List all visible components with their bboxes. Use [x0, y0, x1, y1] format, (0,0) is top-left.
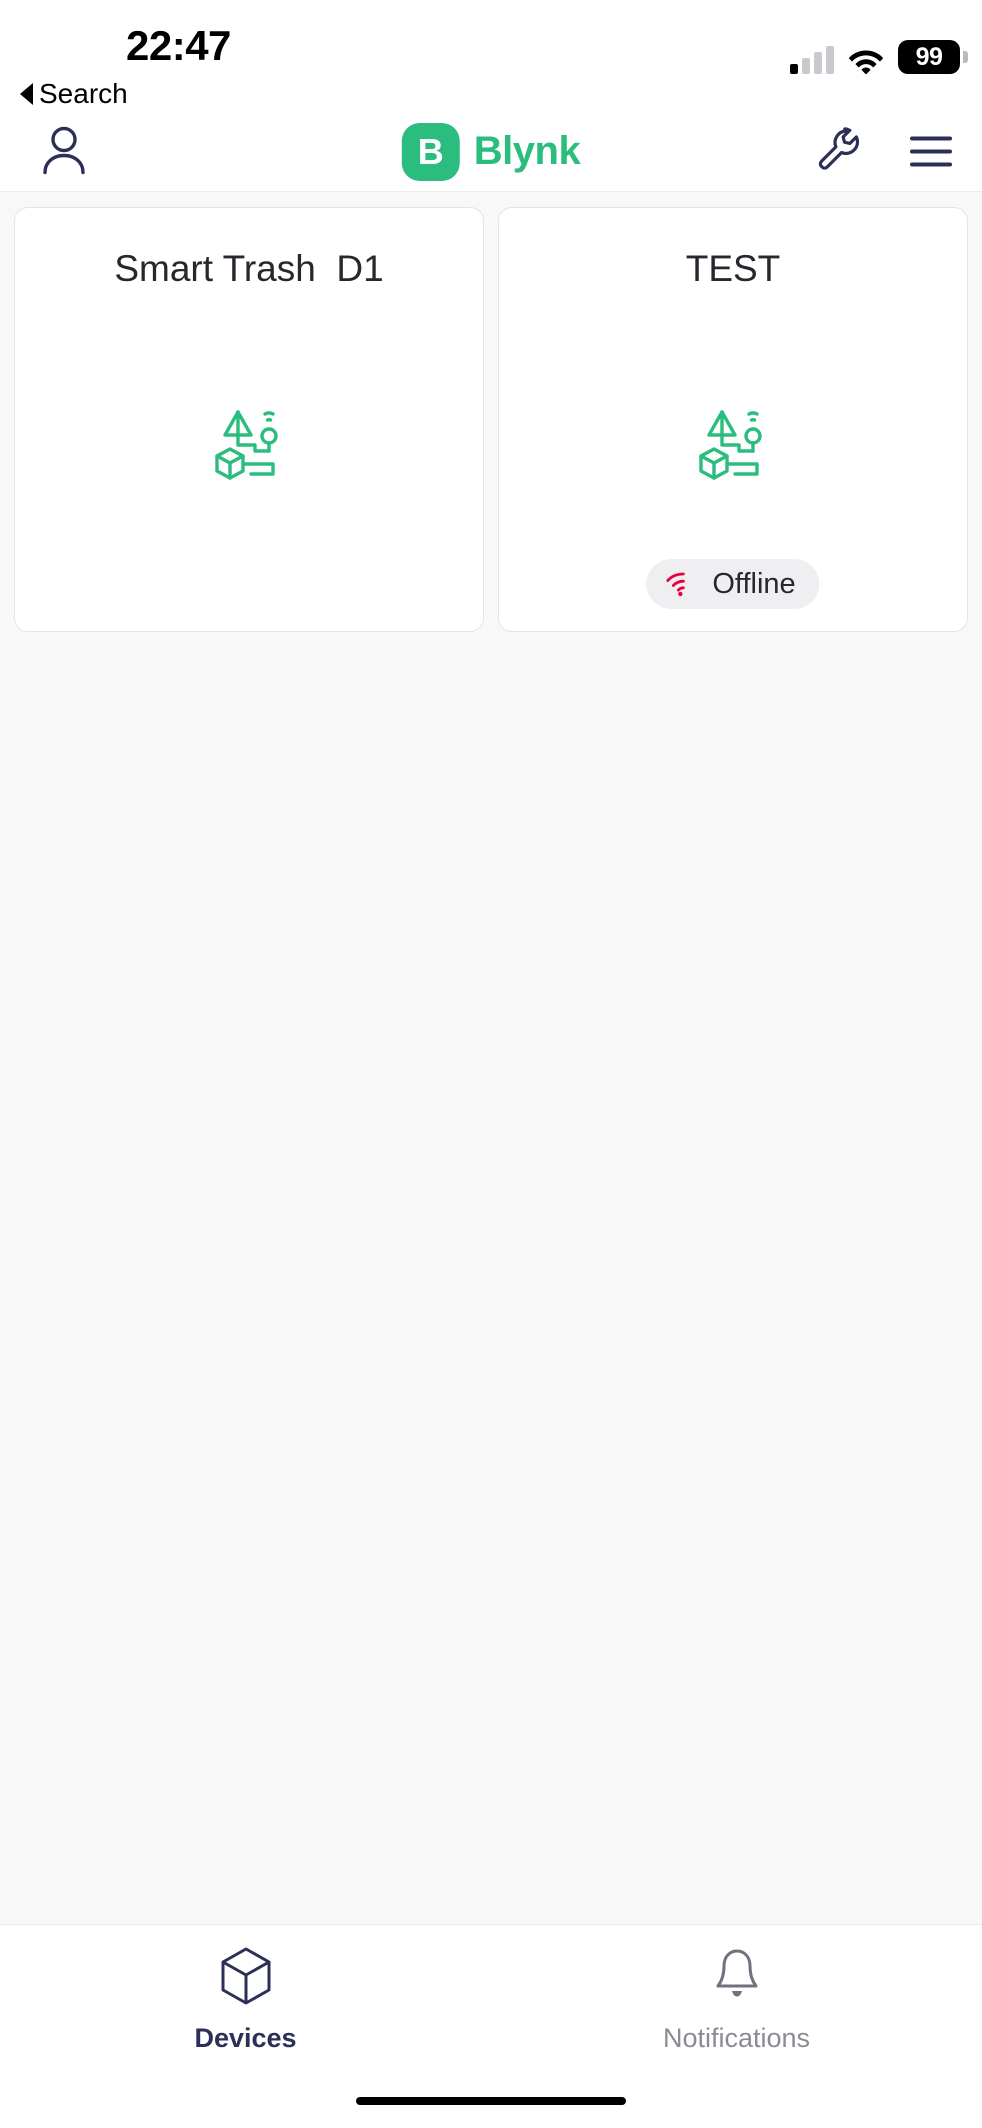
- wrench-icon: [818, 126, 860, 170]
- back-caret-icon: [20, 83, 33, 105]
- device-grid: Smart Trash D1 TEST Offline: [0, 192, 982, 632]
- app-header: B Blynk: [0, 112, 982, 192]
- battery-icon: 99: [898, 40, 968, 74]
- back-label: Search: [39, 78, 128, 109]
- status-bar: 22:47 Search 99: [0, 0, 982, 112]
- device-card[interactable]: TEST Offline: [498, 207, 968, 632]
- hamburger-line: [910, 136, 952, 141]
- header-actions: [816, 126, 952, 177]
- cellular-signal-icon: [790, 46, 834, 74]
- cube-icon: [221, 1947, 270, 2005]
- hamburger-line: [910, 162, 952, 167]
- device-name: TEST: [685, 248, 781, 289]
- tools-button[interactable]: [816, 126, 862, 177]
- device-card[interactable]: Smart Trash D1: [14, 207, 484, 632]
- status-indicators: 99: [790, 34, 968, 74]
- bell-icon: [716, 1949, 757, 1997]
- brand-mark-icon: B: [401, 122, 460, 181]
- profile-button[interactable]: [38, 123, 90, 180]
- home-indicator[interactable]: [356, 2097, 626, 2105]
- wifi-offline-icon: [666, 572, 685, 597]
- brand-name: Blynk: [473, 129, 581, 173]
- status-label: Offline: [712, 567, 796, 600]
- back-to-search-link[interactable]: Search: [20, 78, 128, 110]
- main-content: Smart Trash D1 TEST Offline: [0, 192, 982, 1924]
- iot-device-icon: [687, 404, 779, 493]
- battery-level: 99: [915, 42, 943, 71]
- brand-logo: B Blynk: [401, 122, 581, 181]
- nav-label-devices: Devices: [194, 2023, 297, 2053]
- menu-button[interactable]: [910, 136, 952, 167]
- nav-label-notifications: Notifications: [662, 2023, 811, 2053]
- home-indicator-area: [0, 2074, 982, 2128]
- iot-device-icon: [203, 404, 295, 493]
- device-name: Smart Trash D1: [114, 248, 384, 289]
- status-badge: Offline: [646, 559, 820, 609]
- wifi-icon: [848, 50, 884, 74]
- bottom-navigation: Devices Notifications: [0, 1924, 982, 2074]
- nav-item-notifications[interactable]: Notifications: [491, 1945, 982, 2054]
- profile-icon: [43, 126, 85, 174]
- app-screen: 22:47 Search 99 B Blynk Smart Trash D1 T…: [0, 0, 982, 2128]
- status-time: 22:47: [126, 22, 231, 69]
- nav-item-devices[interactable]: Devices: [0, 1945, 491, 2054]
- hamburger-line: [910, 149, 952, 154]
